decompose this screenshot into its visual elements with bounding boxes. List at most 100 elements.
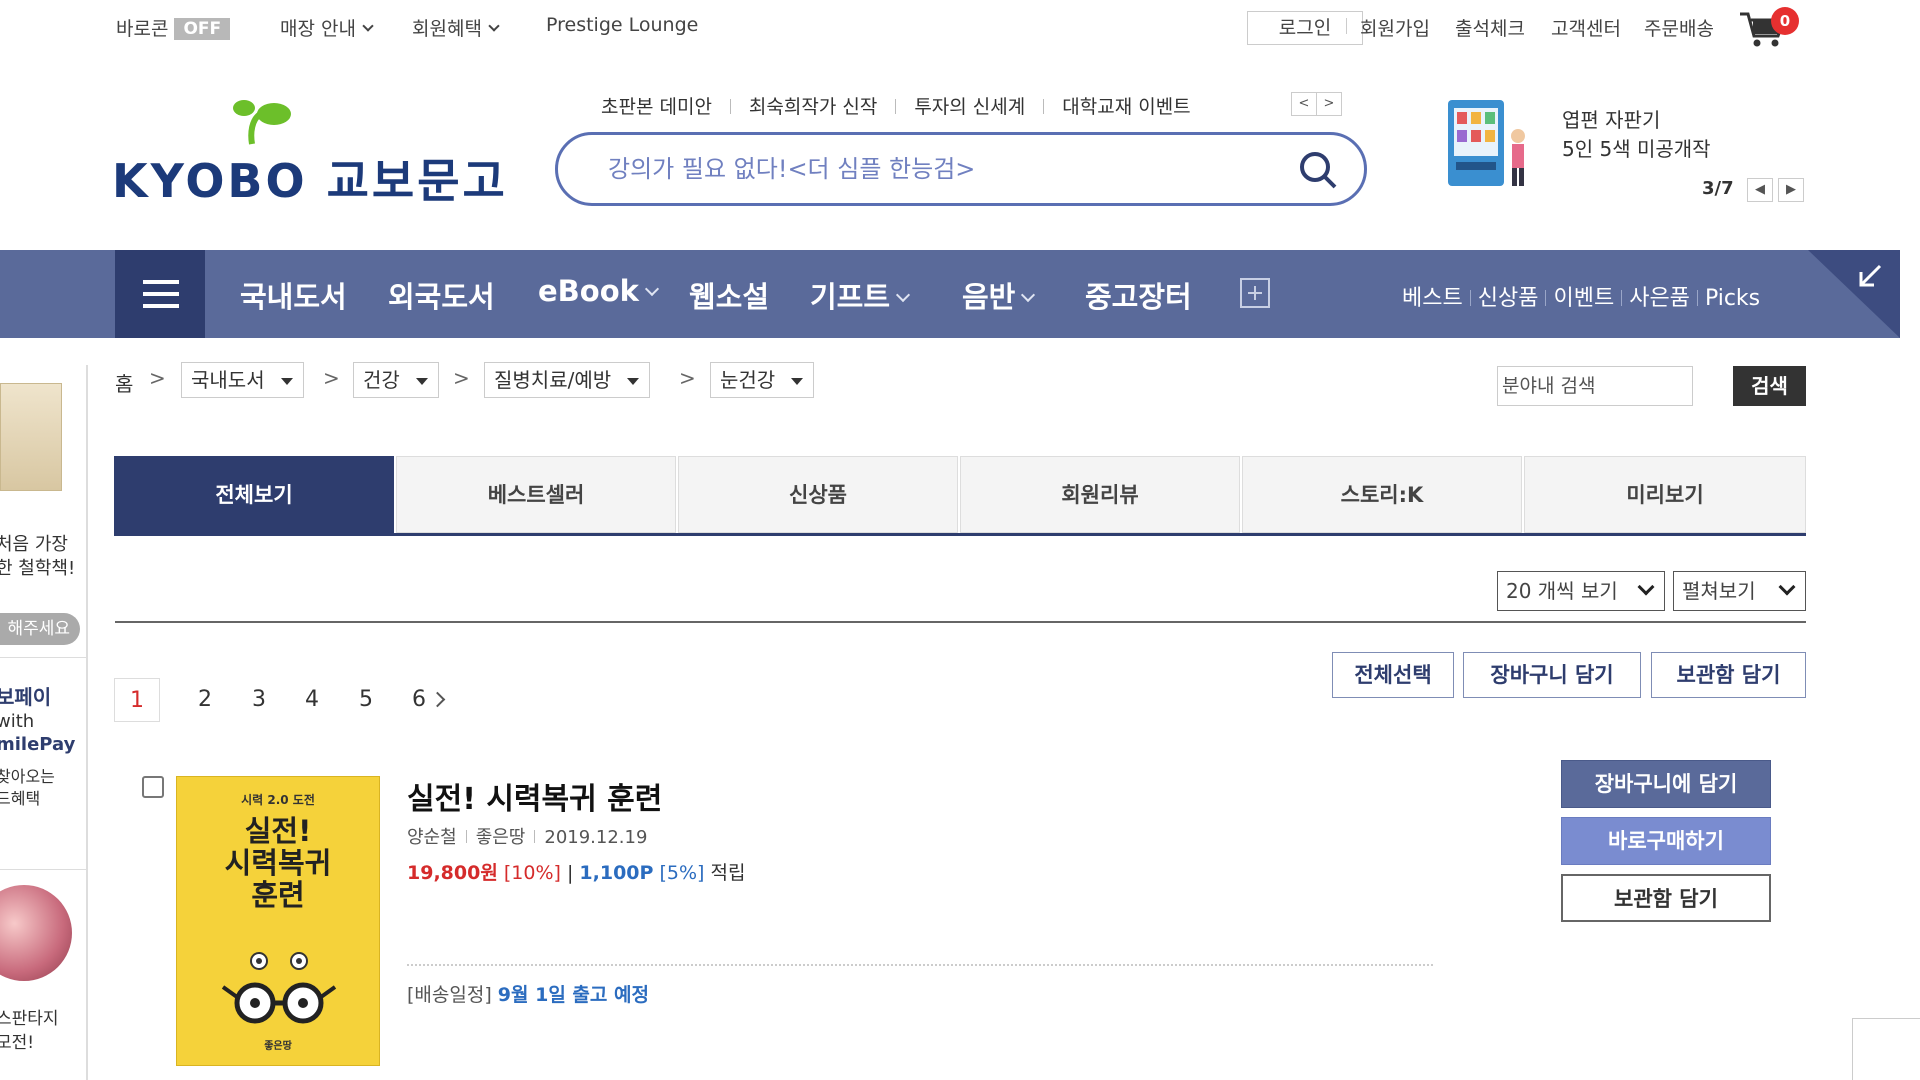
promo-line-2: 5인 5색 미공개작 (1562, 137, 1711, 161)
header-link[interactable]: 최숙희작가 신작 (749, 92, 877, 119)
floating-widget[interactable] (1852, 1018, 1920, 1080)
search-box (555, 132, 1367, 206)
breadcrumb-home[interactable]: 홈 (115, 368, 133, 397)
add-to-wishlist-selected-button[interactable]: 보관함 담기 (1651, 652, 1806, 698)
logo-text: KYOBO 교보문고 (112, 154, 508, 208)
chevron-down-icon (488, 20, 500, 32)
vending-machine-image[interactable] (1444, 96, 1536, 192)
nav-link-best[interactable]: 베스트 (1402, 286, 1463, 311)
tab-preview[interactable]: 미리보기 (1524, 456, 1806, 533)
nav-web-novel[interactable]: 웹소설 (689, 274, 769, 316)
chevron-down-icon (362, 20, 374, 32)
shipping-label: [배송일정] (407, 984, 492, 1006)
promo-prev-button[interactable]: ◀ (1747, 178, 1773, 202)
breadcrumb-select-level2[interactable]: 건강 (353, 362, 439, 398)
page-4[interactable]: 4 (289, 678, 335, 722)
add-to-cart-button[interactable]: 장바구니에 담기 (1561, 760, 1771, 808)
side-pay-text: milePay (0, 734, 76, 755)
nav-corner-toggle[interactable] (1808, 250, 1900, 338)
plus-icon[interactable] (1240, 278, 1270, 308)
side-avatar-image[interactable] (0, 885, 72, 981)
side-book-image[interactable] (0, 383, 62, 491)
header-links-next-button[interactable]: > (1316, 92, 1342, 116)
buy-now-button[interactable]: 바로구매하기 (1561, 817, 1771, 865)
shipping-date: 9월 1일 출고 예정 (497, 984, 649, 1006)
view-mode-value: 펼쳐보기 (1682, 579, 1756, 603)
breadcrumb-select-level3[interactable]: 질병치료/예방 (484, 362, 651, 398)
nav-link-new[interactable]: 신상품 (1478, 286, 1539, 311)
view-mode-select[interactable]: 펼쳐보기 (1673, 571, 1806, 611)
side-text: 처음 가장 (0, 534, 68, 555)
store-info-menu[interactable]: 매장 안내 (280, 14, 374, 41)
header-link[interactable]: 대학교재 이벤트 (1062, 92, 1190, 119)
product-meta: 양순철 좋은땅 2019.12.19 (407, 823, 647, 849)
caret-down-icon (415, 378, 428, 385)
chevron-right-icon: > (453, 366, 470, 390)
header-link[interactable]: 초판본 데미안 (601, 92, 712, 119)
page-3[interactable]: 3 (236, 678, 282, 722)
page-1[interactable]: 1 (114, 678, 160, 722)
hamburger-icon (143, 280, 179, 284)
nav-domestic-books[interactable]: 국내도서 (240, 274, 347, 316)
join-link[interactable]: 회원가입 (1360, 14, 1430, 41)
prestige-lounge-link[interactable]: Prestige Lounge (546, 14, 698, 36)
cover-top-text: 시력 2.0 도전 (241, 793, 315, 807)
nav-music[interactable]: 음반 (962, 274, 1036, 316)
product-publisher[interactable]: 좋은땅 (476, 827, 526, 848)
chevron-right-icon: ▶ (1786, 182, 1796, 197)
tab-bestseller[interactable]: 베스트셀러 (396, 456, 676, 533)
select-all-button[interactable]: 전체선택 (1332, 652, 1454, 698)
category-search-input[interactable] (1497, 366, 1693, 406)
divider (0, 869, 86, 870)
side-pill-button[interactable]: 해주세요 (0, 613, 80, 645)
product-cover-image[interactable]: 시력 2.0 도전 실전! 시력복귀 훈련 좋은땅 (176, 776, 380, 1066)
tab-all[interactable]: 전체보기 (114, 456, 394, 533)
chevron-right-icon: > (1323, 96, 1335, 111)
search-input[interactable] (608, 151, 1248, 187)
customer-center-link[interactable]: 고객센터 (1551, 14, 1621, 41)
breadcrumb-select-level1[interactable]: 국내도서 (181, 362, 304, 398)
side-text: 한 철학책! (0, 558, 76, 579)
header-link[interactable]: 투자의 신세계 (914, 92, 1025, 119)
nav-used-market[interactable]: 중고장터 (1085, 274, 1192, 316)
nav-ebook[interactable]: eBook (538, 274, 659, 308)
search-icon[interactable] (1298, 150, 1338, 190)
breadcrumb-select-level4[interactable]: 눈건강 (710, 362, 815, 398)
tab-new[interactable]: 신상품 (678, 456, 958, 533)
collapse-arrow-icon (1859, 264, 1882, 287)
header-links-prev-button[interactable]: < (1291, 92, 1317, 116)
price-value: 19,800원 (407, 862, 498, 884)
nav-link-picks[interactable]: Picks (1705, 286, 1760, 311)
page-2[interactable]: 2 (182, 678, 228, 722)
benefits-label: 회원혜택 (412, 18, 482, 40)
category-search-button[interactable]: 검색 (1733, 366, 1806, 406)
add-to-cart-selected-button[interactable]: 장바구니 담기 (1463, 652, 1641, 698)
chevron-down-icon (1637, 578, 1655, 596)
attendance-link[interactable]: 출석체크 (1455, 14, 1525, 41)
product-checkbox[interactable] (142, 776, 164, 798)
product-author[interactable]: 양순철 (407, 827, 457, 848)
order-delivery-link[interactable]: 주문배송 (1644, 14, 1714, 41)
breadcrumb-select-label: 건강 (363, 368, 400, 392)
caret-down-icon (280, 378, 293, 385)
chevron-down-icon (644, 281, 659, 297)
hamburger-menu-button[interactable] (115, 250, 205, 338)
tab-reviews[interactable]: 회원리뷰 (960, 456, 1240, 533)
per-page-select[interactable]: 20 개씩 보기 (1497, 571, 1665, 611)
nav-gift[interactable]: 기프트 (810, 274, 911, 316)
nav-ebook-label: eBook (538, 274, 639, 308)
nav-link-gift[interactable]: 사은품 (1629, 286, 1690, 311)
nav-link-event[interactable]: 이벤트 (1553, 286, 1614, 311)
kyobo-logo[interactable]: KYOBO 교보문고 (112, 96, 505, 208)
tab-story-k[interactable]: 스토리:K (1242, 456, 1522, 533)
chevron-right-icon: > (679, 366, 696, 390)
page-5[interactable]: 5 (343, 678, 389, 722)
product-title[interactable]: 실전! 시력복귀 훈련 (407, 774, 662, 818)
barocon-toggle[interactable]: 바로콘 OFF (116, 14, 231, 41)
nav-foreign-books[interactable]: 외국도서 (388, 274, 495, 316)
benefits-menu[interactable]: 회원혜택 (412, 14, 500, 41)
divider (0, 657, 86, 658)
add-to-wishlist-button[interactable]: 보관함 담기 (1561, 874, 1771, 922)
promo-next-button[interactable]: ▶ (1778, 178, 1804, 202)
promo-text[interactable]: 엽편 자판기 5인 5색 미공개작 (1562, 106, 1711, 164)
